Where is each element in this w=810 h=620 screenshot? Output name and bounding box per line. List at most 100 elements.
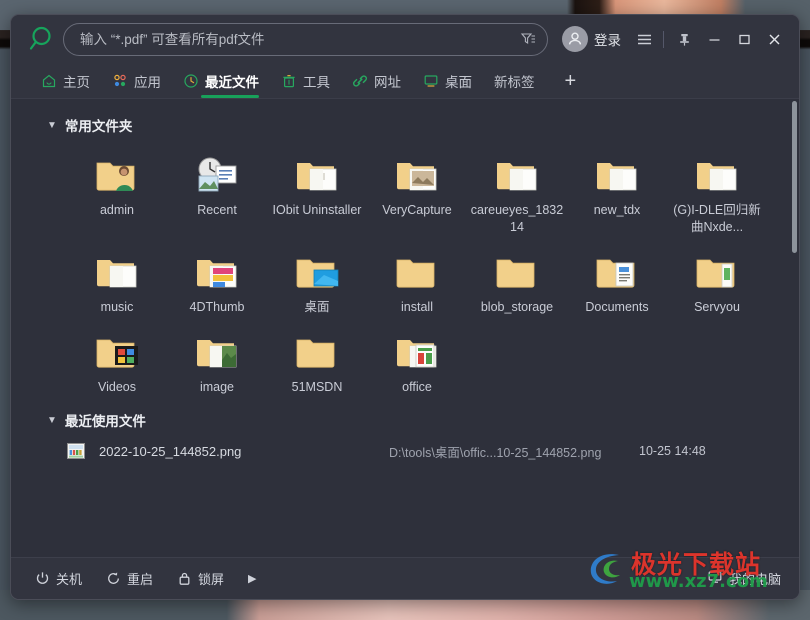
- content-area: ▼ 常用文件夹 admin Recent IObit Uninstaller Very…: [11, 99, 799, 557]
- tab-new[interactable]: 新标签: [494, 63, 535, 99]
- titlebar-divider: [663, 30, 664, 48]
- folder-photo-icon: [194, 330, 240, 372]
- folder-item-label: (G)I-DLE回归新曲Nxde...: [673, 203, 761, 234]
- search-box[interactable]: [63, 22, 548, 56]
- hamburger-menu-icon[interactable]: [630, 25, 658, 53]
- png-thumbnail-icon: [67, 443, 85, 459]
- restart-button[interactable]: 重启: [106, 569, 153, 588]
- folder-item-label: admin: [99, 203, 135, 217]
- folder-plain-icon: [494, 250, 540, 292]
- folders-section-header[interactable]: ▼ 常用文件夹: [11, 99, 799, 141]
- add-tab-button[interactable]: +: [559, 71, 583, 91]
- tab-label: 新标签: [494, 75, 535, 90]
- folder-item-label: blob_storage: [480, 300, 554, 314]
- recent-file-path: D:\tools\桌面\offic...10-25_144852.png: [389, 445, 602, 460]
- lock-screen-button[interactable]: 锁屏: [177, 569, 224, 588]
- folder-item-label: Servyou: [694, 300, 740, 314]
- folder-open-icon: [694, 153, 740, 195]
- tab-recent-files[interactable]: 最近文件: [183, 63, 259, 99]
- recent-file-list: 2022-10-25_144852.png D:\tools\桌面\offic..…: [11, 436, 799, 466]
- home-icon: [41, 73, 57, 89]
- my-computer-label: 我的电脑: [728, 572, 781, 587]
- tab-apps[interactable]: 应用: [112, 63, 161, 99]
- minimize-icon[interactable]: [699, 24, 729, 54]
- tab-strip: 主页 应用 最近文件 工具 网址 桌面 新标签 +: [11, 63, 799, 99]
- monitor-icon: [423, 73, 439, 89]
- tab-home[interactable]: 主页: [41, 63, 90, 99]
- folder-item-label: IObit Uninstaller: [272, 203, 362, 217]
- folder-item[interactable]: Servyou: [667, 244, 767, 316]
- folder-image-icon: [394, 153, 440, 195]
- folder-item[interactable]: Recent: [167, 147, 267, 236]
- footer-label: 锁屏: [198, 572, 225, 587]
- folder-item-label: VeryCapture: [382, 203, 452, 217]
- vertical-scrollbar[interactable]: [792, 101, 797, 253]
- tab-urls[interactable]: 网址: [352, 63, 401, 99]
- folder-item[interactable]: music: [67, 244, 167, 316]
- tab-label: 网址: [374, 75, 401, 90]
- folder-item-label: install: [401, 300, 433, 314]
- footer-label: 关机: [56, 572, 83, 587]
- magnifier-logo-icon: [23, 22, 57, 56]
- chevron-down-icon[interactable]: ▼: [47, 120, 57, 131]
- folder-item-label: office: [402, 380, 432, 394]
- folder-item-label: 桌面: [304, 300, 330, 314]
- folder-item-label: new_tdx: [593, 203, 641, 217]
- folder-documents-icon: [594, 250, 640, 292]
- chevron-down-icon[interactable]: ▼: [47, 415, 57, 426]
- pin-icon[interactable]: [669, 24, 699, 54]
- folder-open-icon: [494, 153, 540, 195]
- apps-icon: [112, 73, 128, 89]
- tab-label: 最近文件: [205, 75, 259, 90]
- recent-section-header[interactable]: ▼ 最近使用文件: [11, 396, 799, 436]
- folder-item[interactable]: 4DThumb: [167, 244, 267, 316]
- folder-item[interactable]: admin: [67, 147, 167, 236]
- folder-user-icon: [94, 153, 140, 195]
- login-label[interactable]: 登录: [594, 29, 621, 49]
- folder-office-icon: [394, 330, 440, 372]
- recent-file-time: 10-25 14:48: [639, 444, 706, 458]
- folder-item-label: 4DThumb: [189, 300, 245, 314]
- recent-file-name: 2022-10-25_144852.png: [99, 443, 242, 459]
- folder-item[interactable]: Documents: [567, 244, 667, 316]
- folder-item[interactable]: 桌面: [267, 244, 367, 316]
- folder-item[interactable]: install: [367, 244, 467, 316]
- maximize-icon[interactable]: [729, 24, 759, 54]
- folder-item[interactable]: 51MSDN: [267, 324, 367, 396]
- filter-icon[interactable]: [513, 26, 543, 52]
- recent-clock-docs-icon: [194, 153, 240, 195]
- title-bar: 登录: [11, 15, 799, 63]
- recent-section-title: 最近使用文件: [64, 414, 146, 429]
- my-computer-button[interactable]: 我的电脑: [707, 569, 781, 588]
- folder-item-label: Recent: [197, 203, 237, 217]
- close-icon[interactable]: [759, 24, 789, 54]
- folder-files-icon: [694, 250, 740, 292]
- folder-open-icon: [94, 250, 140, 292]
- footer-bar: 关机 重启 锁屏 ▶ 我的电脑: [11, 557, 799, 599]
- footer-label: 重启: [127, 572, 154, 587]
- shutdown-button[interactable]: 关机: [35, 569, 82, 588]
- folder-item[interactable]: VeryCapture: [367, 147, 467, 236]
- clock-icon: [183, 73, 199, 89]
- monitor-icon: [707, 569, 723, 588]
- recent-file-row[interactable]: 2022-10-25_144852.png D:\tools\桌面\offic..…: [11, 436, 799, 466]
- launcher-window: 登录: [10, 14, 800, 600]
- folder-item[interactable]: careueyes_183214: [467, 147, 567, 236]
- tab-label: 主页: [63, 75, 90, 90]
- user-avatar-icon[interactable]: [562, 26, 588, 52]
- folder-item[interactable]: Videos: [67, 324, 167, 396]
- triangle-right-icon[interactable]: ▶: [248, 572, 256, 585]
- search-input[interactable]: [80, 31, 513, 47]
- folder-videos-icon: [94, 330, 140, 372]
- tab-tools[interactable]: 工具: [281, 63, 330, 99]
- folder-item[interactable]: blob_storage: [467, 244, 567, 316]
- folder-open-icon: [594, 153, 640, 195]
- folder-grid: admin Recent IObit Uninstaller VeryCapture c…: [11, 141, 799, 396]
- folder-item[interactable]: (G)I-DLE回归新曲Nxde...: [667, 147, 767, 236]
- tab-desktop[interactable]: 桌面: [423, 63, 472, 99]
- folder-item[interactable]: new_tdx: [567, 147, 667, 236]
- folder-item[interactable]: office: [367, 324, 467, 396]
- folder-item[interactable]: image: [167, 324, 267, 396]
- folder-item[interactable]: IObit Uninstaller: [267, 147, 367, 236]
- folder-thumbs-icon: [194, 250, 240, 292]
